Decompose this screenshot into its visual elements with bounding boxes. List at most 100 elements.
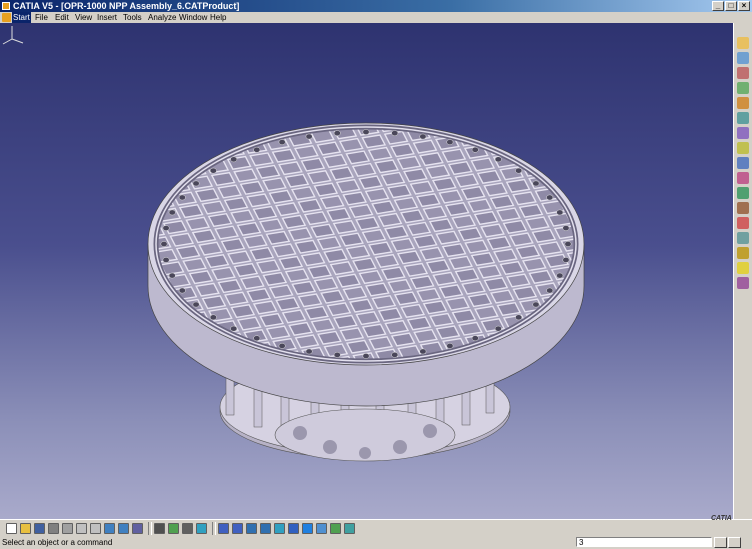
grid-cell [468, 105, 491, 118]
grid-cell [435, 325, 461, 340]
contact-icon[interactable] [737, 127, 749, 139]
grid-cell [326, 302, 352, 317]
grid-cell [515, 244, 541, 259]
grid-cell [403, 262, 429, 277]
sketch-icon[interactable] [737, 37, 749, 49]
product-icon[interactable] [737, 82, 749, 94]
grid-cell [175, 150, 201, 165]
cut-icon[interactable] [62, 523, 73, 534]
grid-cell [616, 297, 639, 310]
catia-app-icon[interactable] [2, 2, 10, 10]
menu-view[interactable]: View [75, 12, 92, 23]
grid-cell [371, 200, 396, 215]
command-input[interactable] [576, 537, 712, 547]
menu-analyze[interactable]: Analyze [148, 12, 176, 23]
grid-cell [329, 166, 355, 181]
zoom-out-icon[interactable] [260, 523, 271, 534]
grid-cell [550, 171, 576, 186]
maximize-button[interactable]: □ [725, 1, 737, 11]
grid-cell [361, 323, 387, 338]
copy-icon[interactable] [76, 523, 87, 534]
part-icon[interactable] [737, 67, 749, 79]
render-icon[interactable] [344, 523, 355, 534]
grid-cell [454, 268, 480, 283]
shading-icon[interactable] [302, 523, 313, 534]
status-message: Select an object or a command [2, 538, 113, 547]
save-icon[interactable] [34, 523, 45, 534]
grid-cell [493, 248, 518, 263]
grid-cell [509, 232, 534, 247]
grid-cell [278, 161, 303, 176]
axis-compass-icon[interactable] [0, 23, 26, 49]
open-icon[interactable] [20, 523, 31, 534]
grid-cell [496, 301, 522, 317]
measure-icon[interactable] [737, 232, 749, 244]
close-button[interactable]: × [738, 1, 750, 11]
menu-help[interactable]: Help [210, 12, 226, 23]
grid-cell [268, 284, 294, 299]
grid-cell [403, 168, 428, 183]
offset-icon[interactable] [737, 142, 749, 154]
assembly-model[interactable] [0, 23, 733, 519]
paste-icon[interactable] [90, 523, 101, 534]
grid-cell [483, 276, 509, 292]
grid-cell [322, 153, 348, 169]
light-icon[interactable] [737, 262, 749, 274]
grid-cell [339, 232, 364, 247]
grid-cell [537, 241, 563, 256]
undo-icon[interactable] [104, 523, 115, 534]
pan-icon[interactable] [218, 523, 229, 534]
bolt [160, 241, 168, 247]
minimize-button[interactable]: _ [712, 1, 724, 11]
catalog-icon[interactable] [168, 523, 179, 534]
menu-file[interactable]: File [35, 12, 48, 23]
clash-icon[interactable] [737, 217, 749, 229]
scene-icon[interactable] [737, 277, 749, 289]
zoom-in-icon[interactable] [246, 523, 257, 534]
formula-icon[interactable] [154, 523, 165, 534]
update-icon[interactable] [737, 247, 749, 259]
grid-cell [281, 214, 307, 229]
assembly-icon[interactable] [737, 52, 749, 64]
fix-icon[interactable] [737, 112, 749, 124]
menu-edit[interactable]: Edit [55, 12, 69, 23]
grid-cell [578, 317, 601, 330]
redo-icon[interactable] [118, 523, 129, 534]
hide-show-icon[interactable] [316, 523, 327, 534]
start-menu-icon[interactable] [2, 13, 11, 22]
menu-start[interactable]: Start [12, 12, 31, 23]
grid-cell [281, 309, 307, 324]
grid-cell [335, 178, 361, 194]
swap-icon[interactable] [330, 523, 341, 534]
bolt [546, 287, 554, 294]
print-icon[interactable] [48, 523, 59, 534]
menu-tools[interactable]: Tools [123, 12, 142, 23]
grid-cell [214, 225, 239, 240]
move-icon[interactable] [737, 187, 749, 199]
grid-cell [406, 316, 432, 331]
constraint-icon[interactable] [737, 97, 749, 109]
angle-icon[interactable] [737, 157, 749, 169]
snap-icon[interactable] [737, 172, 749, 184]
grid-cell [518, 203, 544, 218]
new-icon[interactable] [6, 523, 17, 534]
bolt [494, 325, 502, 332]
fly-icon[interactable] [196, 523, 207, 534]
grid-cell [497, 113, 520, 126]
grid-cell [412, 234, 438, 249]
grid-cell [400, 209, 425, 224]
normal-view-icon[interactable] [274, 523, 285, 534]
grid-cell [380, 266, 406, 281]
iso-view-icon[interactable] [288, 523, 299, 534]
3d-viewport[interactable] [0, 23, 733, 519]
explode-icon[interactable] [737, 202, 749, 214]
rotate-icon[interactable] [232, 523, 243, 534]
grid-cell [502, 127, 528, 140]
menu-window[interactable]: Window [179, 12, 207, 23]
whats-this-icon[interactable] [132, 523, 143, 534]
grid-cell [431, 177, 457, 192]
status-button-2[interactable] [728, 537, 741, 548]
knowledge-icon[interactable] [182, 523, 193, 534]
menu-insert[interactable]: Insert [97, 12, 117, 23]
status-button-1[interactable] [714, 537, 727, 548]
